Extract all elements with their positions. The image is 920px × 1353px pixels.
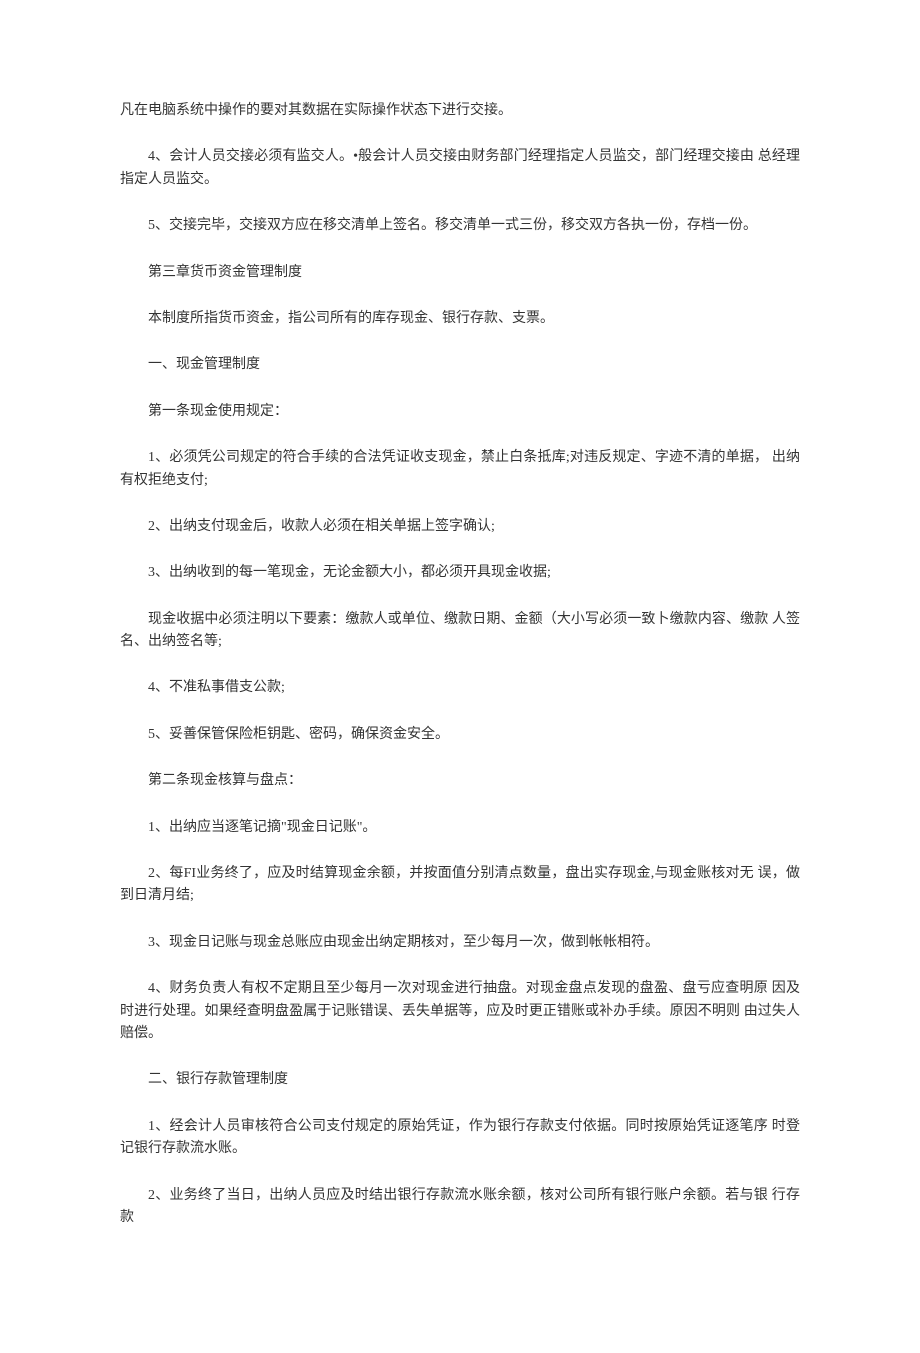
article-1-item-4: 4、不准私事借支公款;	[120, 677, 800, 699]
article-1-item-3-detail: 现金收据中必须注明以下要素：缴款人或单位、缴款日期、金额（大小写必须一致卜缴款内…	[120, 609, 800, 654]
section-1-heading: 一、现金管理制度	[120, 354, 800, 376]
chapter-3-intro: 本制度所指货币资金，指公司所有的库存现金、银行存款、支票。	[120, 308, 800, 330]
article-2-heading: 第二条现金核算与盘点：	[120, 770, 800, 792]
article-1-item-1: 1、必须凭公司规定的符合手续的合法凭证收支现金，禁止白条抵库;对违反规定、字迹不…	[120, 447, 800, 492]
section-2-item-2: 2、业务终了当日，出纳人员应及时结出银行存款流水账余额，核对公司所有银行账户余额…	[120, 1185, 800, 1230]
article-2-item-1: 1、出纳应当逐笔记摘"现金日记账"。	[120, 817, 800, 839]
paragraph-item-5: 5、交接完毕，交接双方应在移交清单上签名。移交清单一式三份，移交双方各执一份，存…	[120, 215, 800, 237]
article-1-item-3: 3、出纳收到的每一笔现金，无论金额大小，都必须开具现金收据;	[120, 562, 800, 584]
paragraph-item-4: 4、会计人员交接必须有监交人。•般会计人员交接由财务部门经理指定人员监交，部门经…	[120, 146, 800, 191]
article-1-item-2: 2、出纳支付现金后，收款人必须在相关单据上签字确认;	[120, 516, 800, 538]
chapter-3-heading: 第三章货币资金管理制度	[120, 262, 800, 284]
section-2-heading: 二、银行存款管理制度	[120, 1069, 800, 1091]
article-2-item-4: 4、财务负责人有权不定期且至少每月一次对现金进行抽盘。对现金盘点发现的盘盈、盘亏…	[120, 978, 800, 1045]
article-2-item-2: 2、每FI业务终了，应及时结算现金余额，并按面值分别清点数量，盘出实存现金,与现…	[120, 863, 800, 908]
section-2-item-1: 1、经会计人员审核符合公司支付规定的原始凭证，作为银行存款支付依据。同时按原始凭…	[120, 1116, 800, 1161]
article-1-item-5: 5、妥善保管保险柜钥匙、密码，确保资金安全。	[120, 724, 800, 746]
paragraph-continuation: 凡在电脑系统中操作的要对其数据在实际操作状态下进行交接。	[120, 100, 800, 122]
article-1-heading: 第一条现金使用规定：	[120, 401, 800, 423]
article-2-item-3: 3、现金日记账与现金总账应由现金出纳定期核对，至少每月一次，做到帐帐相符。	[120, 932, 800, 954]
